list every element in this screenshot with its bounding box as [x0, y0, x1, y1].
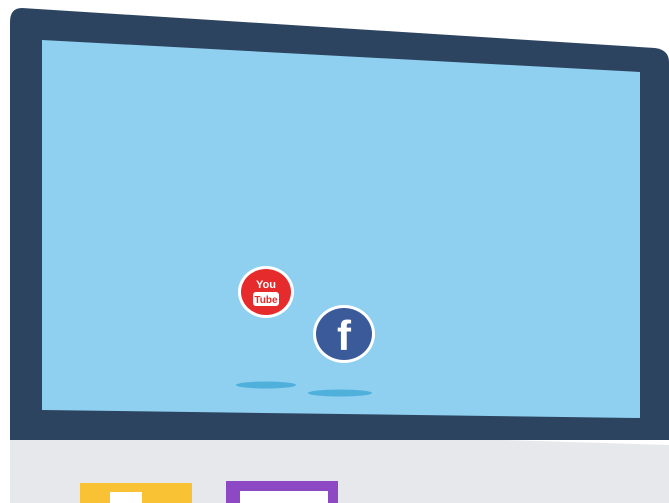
monitor-illustration	[10, 8, 669, 503]
youtube-badge-shadow	[236, 381, 296, 389]
youtube-icon[interactable]: You Tube	[236, 264, 296, 320]
desktop-illustration: You Tube f	[0, 0, 669, 503]
purple-app-tile-icon[interactable]	[226, 481, 338, 503]
facebook-icon[interactable]: f	[312, 304, 376, 364]
yellow-app-tile-icon[interactable]	[80, 483, 192, 503]
facebook-badge-shadow	[308, 389, 372, 397]
youtube-icon-label-bottom: Tube	[254, 295, 278, 306]
youtube-icon-label-top: You	[256, 279, 276, 291]
facebook-icon-glyph: f	[337, 312, 352, 359]
